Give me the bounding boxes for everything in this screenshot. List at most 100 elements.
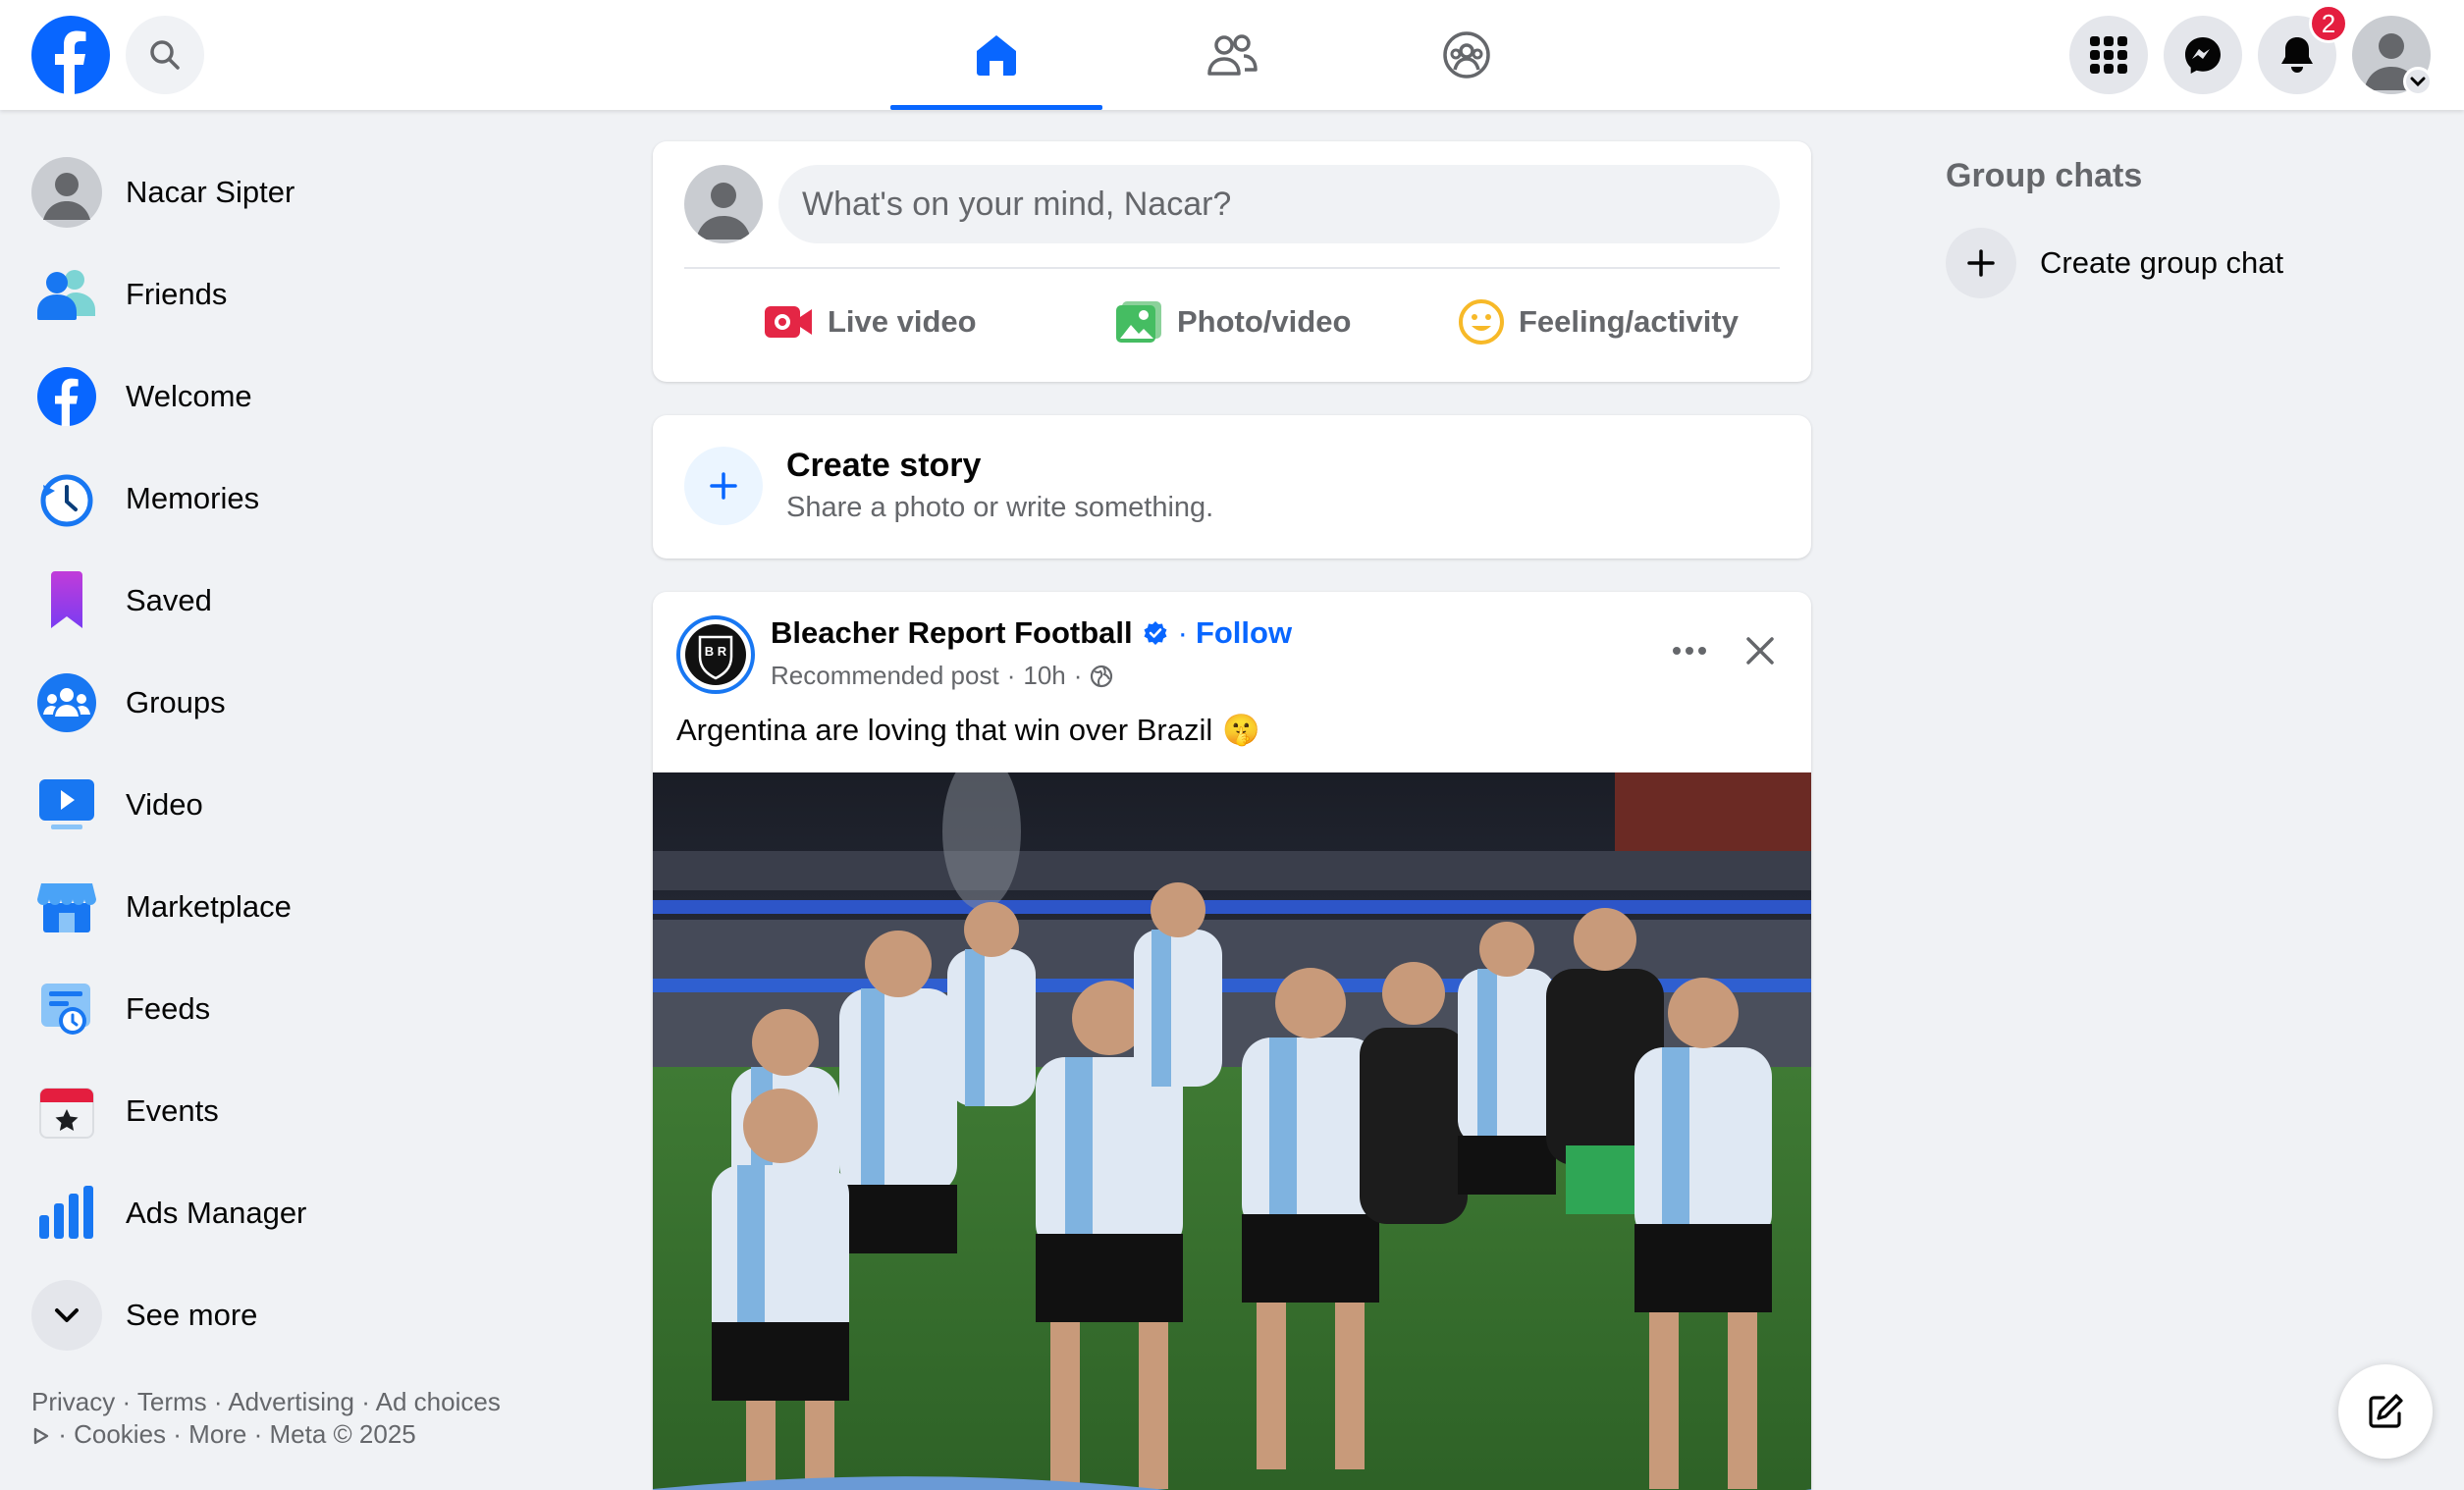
ads-chart-icon [31, 1178, 102, 1249]
feeling-activity-button[interactable]: Feeling/activity [1458, 291, 1739, 353]
feeling-activity-label: Feeling/activity [1519, 304, 1739, 339]
post-photo[interactable] [653, 772, 1811, 1490]
post-meta: Recommended post · 10h · [771, 661, 1113, 691]
bookmark-icon [31, 565, 102, 636]
page-avatar-text: B R [705, 644, 727, 659]
advertising-link[interactable]: Advertising [228, 1387, 354, 1416]
more-link[interactable]: More [188, 1419, 246, 1449]
cookies-link[interactable]: Cookies [74, 1419, 166, 1449]
sidebar-item-video[interactable]: Video [31, 762, 581, 848]
sidebar-item-friends[interactable]: Friends [31, 251, 581, 338]
whats-on-your-mind-input[interactable]: What's on your mind, Nacar? [778, 165, 1780, 243]
sidebar-item-label: Ads Manager [126, 1196, 307, 1230]
avatar[interactable] [684, 165, 763, 243]
create-group-chat-button[interactable]: Create group chat [1946, 228, 2283, 298]
create-story-title: Create story [786, 447, 982, 484]
terms-link[interactable]: Terms [137, 1387, 207, 1416]
sidebar-item-label: Video [126, 787, 203, 822]
plus-icon [684, 447, 763, 525]
avatar [31, 157, 102, 228]
home-icon [973, 31, 1020, 79]
post-caption: Argentina are loving that win over Brazi… [676, 712, 1213, 747]
photo-video-button[interactable]: Photo/video [1114, 291, 1351, 353]
messenger-button[interactable] [2164, 16, 2242, 94]
plus-icon [1946, 228, 2016, 298]
composer-divider [684, 267, 1780, 269]
privacy-link[interactable]: Privacy [31, 1387, 115, 1416]
sidebar-item-memories[interactable]: Memories [31, 455, 581, 542]
ad-choices-icon [31, 1426, 51, 1446]
bell-icon [2278, 35, 2316, 75]
hide-post-button[interactable] [1729, 619, 1792, 682]
footer-links: Privacy · Terms · Advertising · Ad choic… [31, 1387, 501, 1449]
memories-clock-icon [31, 463, 102, 534]
feeds-icon [31, 974, 102, 1044]
chevron-down-icon [2410, 76, 2426, 87]
search-icon [148, 38, 182, 72]
follow-button[interactable]: Follow [1196, 615, 1292, 651]
post-time[interactable]: 10h [1023, 661, 1065, 691]
create-story-subtitle: Share a photo or write something. [786, 492, 1214, 523]
post-recommended-label: Recommended post [771, 661, 999, 690]
sidebar-item-saved[interactable]: Saved [31, 558, 581, 644]
sidebar-see-more[interactable]: See more [31, 1272, 581, 1358]
see-more-icon-wrap [31, 1280, 102, 1351]
sidebar-item-label: Memories [126, 481, 260, 515]
sidebar-item-marketplace[interactable]: Marketplace [31, 864, 581, 950]
sidebar-item-label: Friends [126, 277, 228, 311]
notification-count-badge: 2 [2309, 4, 2348, 43]
top-navigation-bar: 2 [0, 0, 2464, 110]
post-text: Argentina are loving that win over Brazi… [676, 712, 1260, 748]
new-message-button[interactable] [2338, 1364, 2433, 1459]
create-story-card[interactable]: Create story Share a photo or write some… [653, 415, 1811, 559]
sidebar-item-groups[interactable]: Groups [31, 660, 581, 746]
sidebar-item-events[interactable]: Events [31, 1068, 581, 1154]
meta-copyright: Meta © 2025 [269, 1419, 416, 1449]
smiley-icon [1458, 298, 1505, 346]
video-icon [31, 770, 102, 840]
verified-badge-icon [1143, 620, 1168, 646]
post-author[interactable]: Bleacher Report Football [771, 615, 1133, 651]
ad-choices-link[interactable]: Ad choices [376, 1387, 501, 1416]
live-video-button[interactable]: Live video [763, 291, 977, 353]
marketplace-store-icon [31, 872, 102, 942]
messenger-icon [2183, 35, 2223, 75]
sidebar-item-ads-manager[interactable]: Ads Manager [31, 1170, 581, 1256]
group-chats-heading: Group chats [1946, 157, 2143, 194]
menu-button[interactable] [2069, 16, 2148, 94]
tab-friends[interactable] [1126, 0, 1338, 110]
post-composer: What's on your mind, Nacar? Live video P… [653, 141, 1811, 382]
sidebar-item-label: Welcome [126, 379, 252, 413]
feed-post: B R Bleacher Report Football · Follow Re… [653, 592, 1811, 1490]
tab-home[interactable] [890, 0, 1102, 110]
friends-icon [1206, 32, 1258, 78]
sidebar-item-profile[interactable]: Nacar Sipter [31, 149, 581, 236]
separator-dot: · [1006, 661, 1016, 690]
post-emoji: 🤫 [1222, 713, 1260, 747]
sidebar-item-feeds[interactable]: Feeds [31, 966, 581, 1052]
facebook-logo[interactable] [31, 16, 110, 94]
photo-icon [1114, 299, 1163, 345]
sidebar-item-label: Groups [126, 685, 226, 719]
sidebar-profile-name: Nacar Sipter [126, 175, 295, 209]
sidebar-item-welcome[interactable]: Welcome [31, 353, 581, 440]
create-group-chat-label: Create group chat [2040, 245, 2284, 280]
live-video-label: Live video [828, 304, 977, 339]
post-options-button[interactable] [1658, 619, 1721, 682]
separator-dot: · [1177, 615, 1188, 650]
search-button[interactable] [126, 16, 204, 94]
see-more-label: See more [126, 1298, 258, 1332]
live-video-icon [763, 302, 814, 342]
tab-groups[interactable] [1361, 0, 1573, 110]
events-calendar-icon [31, 1076, 102, 1146]
page-avatar[interactable]: B R [676, 615, 755, 694]
globe-icon [1090, 665, 1113, 688]
sidebar-item-label: Feeds [126, 991, 211, 1026]
close-icon [1744, 635, 1776, 666]
account-menu-caret[interactable] [2403, 67, 2433, 96]
friends-icon [31, 259, 102, 330]
sidebar-item-label: Marketplace [126, 889, 292, 924]
photo-video-label: Photo/video [1177, 304, 1352, 339]
sidebar-item-label: Events [126, 1093, 219, 1128]
groups-icon [1442, 30, 1491, 80]
